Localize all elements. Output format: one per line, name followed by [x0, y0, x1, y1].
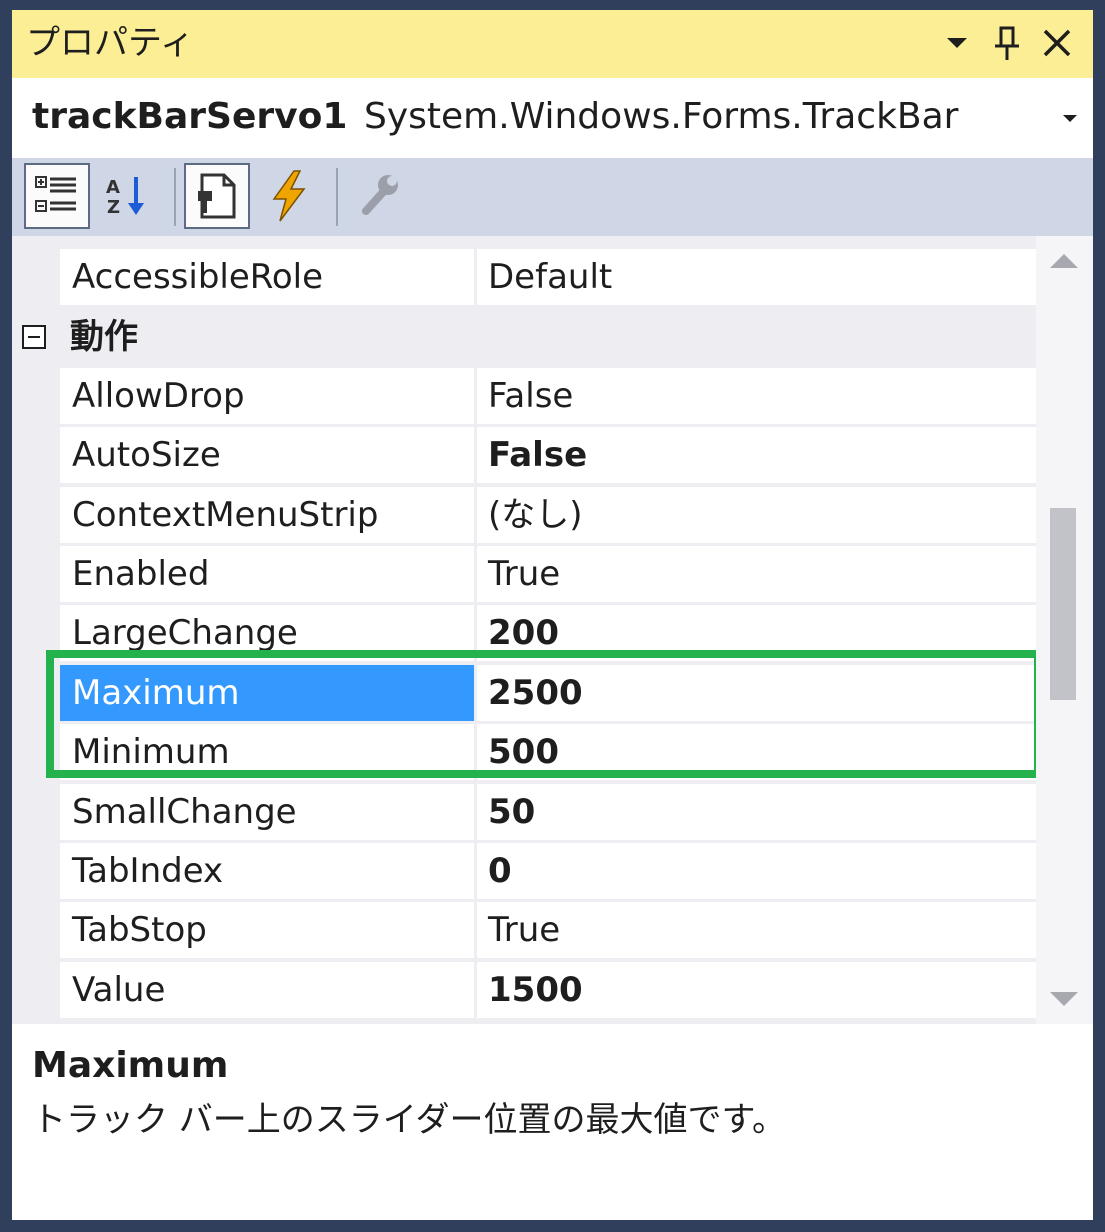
- object-selector[interactable]: trackBarServo1 System.Windows.Forms.Trac…: [12, 78, 1093, 158]
- property-value[interactable]: 1500: [477, 962, 1036, 1018]
- property-row[interactable]: Enabled True: [12, 546, 1036, 605]
- property-name[interactable]: Minimum: [60, 724, 474, 780]
- property-name[interactable]: AllowDrop: [60, 368, 474, 424]
- property-name[interactable]: Enabled: [60, 546, 474, 602]
- property-name[interactable]: TabIndex: [60, 843, 474, 899]
- description-title: Maximum: [32, 1045, 229, 1086]
- category-name: 動作: [70, 317, 138, 357]
- description-text: トラック バー上のスライダー位置の最大値です。: [32, 1100, 787, 1140]
- scroll-down-arrow-icon[interactable]: [1050, 992, 1078, 1006]
- collapse-icon[interactable]: [22, 325, 46, 349]
- property-grid: AccessibleRole Default 動作 AllowDrop False Aut…: [12, 236, 1093, 1024]
- property-row[interactable]: SmallChange 50: [12, 784, 1036, 843]
- auto-hide-pin-button[interactable]: [987, 20, 1027, 66]
- row-gutter: [12, 605, 58, 664]
- pin-icon: [995, 26, 1019, 60]
- property-value[interactable]: 0: [477, 843, 1036, 899]
- categorized-icon: [35, 176, 76, 212]
- svg-text:A: A: [106, 177, 120, 198]
- events-button[interactable]: [256, 163, 322, 229]
- property-row[interactable]: AutoSize False: [12, 427, 1036, 486]
- chevron-down-icon: [947, 38, 967, 48]
- property-value[interactable]: 500: [477, 724, 1036, 780]
- property-row[interactable]: Maximum 2500: [12, 665, 1036, 724]
- property-value[interactable]: True: [477, 902, 1036, 958]
- scroll-thumb[interactable]: [1050, 508, 1076, 700]
- property-row[interactable]: AccessibleRole Default: [12, 249, 1036, 308]
- property-toolbar: A Z: [12, 158, 1093, 236]
- row-gutter: [12, 843, 58, 902]
- row-gutter: [12, 368, 58, 427]
- wrench-icon: [362, 175, 398, 215]
- scroll-up-arrow-icon[interactable]: [1050, 254, 1078, 268]
- object-type: System.Windows.Forms.TrackBar: [364, 96, 959, 137]
- row-gutter: [12, 902, 58, 961]
- close-button[interactable]: [1037, 20, 1077, 66]
- row-gutter: [12, 784, 58, 843]
- object-selector-dropdown[interactable]: [1058, 98, 1082, 138]
- property-row[interactable]: Minimum 500: [12, 724, 1036, 783]
- close-icon: [1043, 29, 1071, 57]
- title-bar[interactable]: プロパティ: [12, 10, 1093, 78]
- properties-window: プロパティ trackBarServo1 System.Windows.Form…: [12, 10, 1093, 1220]
- svg-text:Z: Z: [107, 197, 120, 218]
- property-value[interactable]: True: [477, 546, 1036, 602]
- property-name[interactable]: AccessibleRole: [60, 249, 474, 305]
- properties-icon: [198, 173, 236, 219]
- chevron-down-icon: [1063, 115, 1077, 122]
- properties-button[interactable]: [184, 163, 250, 229]
- row-gutter: [12, 487, 58, 546]
- toolbar-separator: [336, 168, 338, 226]
- row-gutter: [12, 962, 58, 1021]
- property-value[interactable]: Default: [477, 249, 1036, 305]
- panel-title: プロパティ: [26, 23, 194, 63]
- property-name[interactable]: ContextMenuStrip: [60, 487, 474, 543]
- property-value[interactable]: 2500: [477, 665, 1036, 721]
- row-gutter: [12, 427, 58, 486]
- property-value[interactable]: (なし): [477, 487, 1036, 543]
- property-value[interactable]: 50: [477, 784, 1036, 840]
- property-row[interactable]: ContextMenuStrip (なし): [12, 487, 1036, 546]
- category-row[interactable]: 動作: [12, 308, 1036, 367]
- property-name[interactable]: Value: [60, 962, 474, 1018]
- row-gutter: [12, 249, 58, 308]
- property-row[interactable]: TabStop True: [12, 902, 1036, 961]
- property-name[interactable]: SmallChange: [60, 784, 474, 840]
- lightning-icon: [272, 170, 306, 222]
- property-name[interactable]: Maximum: [60, 665, 474, 721]
- window-position-dropdown-button[interactable]: [937, 20, 977, 66]
- property-value[interactable]: False: [477, 427, 1036, 483]
- row-gutter: [12, 724, 58, 783]
- description-pane: Maximum トラック バー上のスライダー位置の最大値です。: [12, 1024, 1093, 1220]
- property-row[interactable]: TabIndex 0: [12, 843, 1036, 902]
- property-name[interactable]: TabStop: [60, 902, 474, 958]
- row-gutter: [12, 665, 58, 724]
- property-pages-button[interactable]: [346, 163, 412, 229]
- property-name[interactable]: LargeChange: [60, 605, 474, 661]
- sort-az-icon: A Z: [106, 177, 144, 218]
- property-value[interactable]: False: [477, 368, 1036, 424]
- property-row[interactable]: Value 1500: [12, 962, 1036, 1021]
- row-gutter: [12, 546, 58, 605]
- property-name[interactable]: AutoSize: [60, 427, 474, 483]
- categorized-button[interactable]: [24, 163, 90, 229]
- alphabetical-button[interactable]: A Z: [96, 163, 162, 229]
- toolbar-separator: [174, 168, 176, 226]
- object-name: trackBarServo1: [32, 96, 348, 137]
- vertical-scrollbar[interactable]: [1036, 236, 1093, 1024]
- property-value[interactable]: 200: [477, 605, 1036, 661]
- property-row[interactable]: LargeChange 200: [12, 605, 1036, 664]
- property-row[interactable]: AllowDrop False: [12, 368, 1036, 427]
